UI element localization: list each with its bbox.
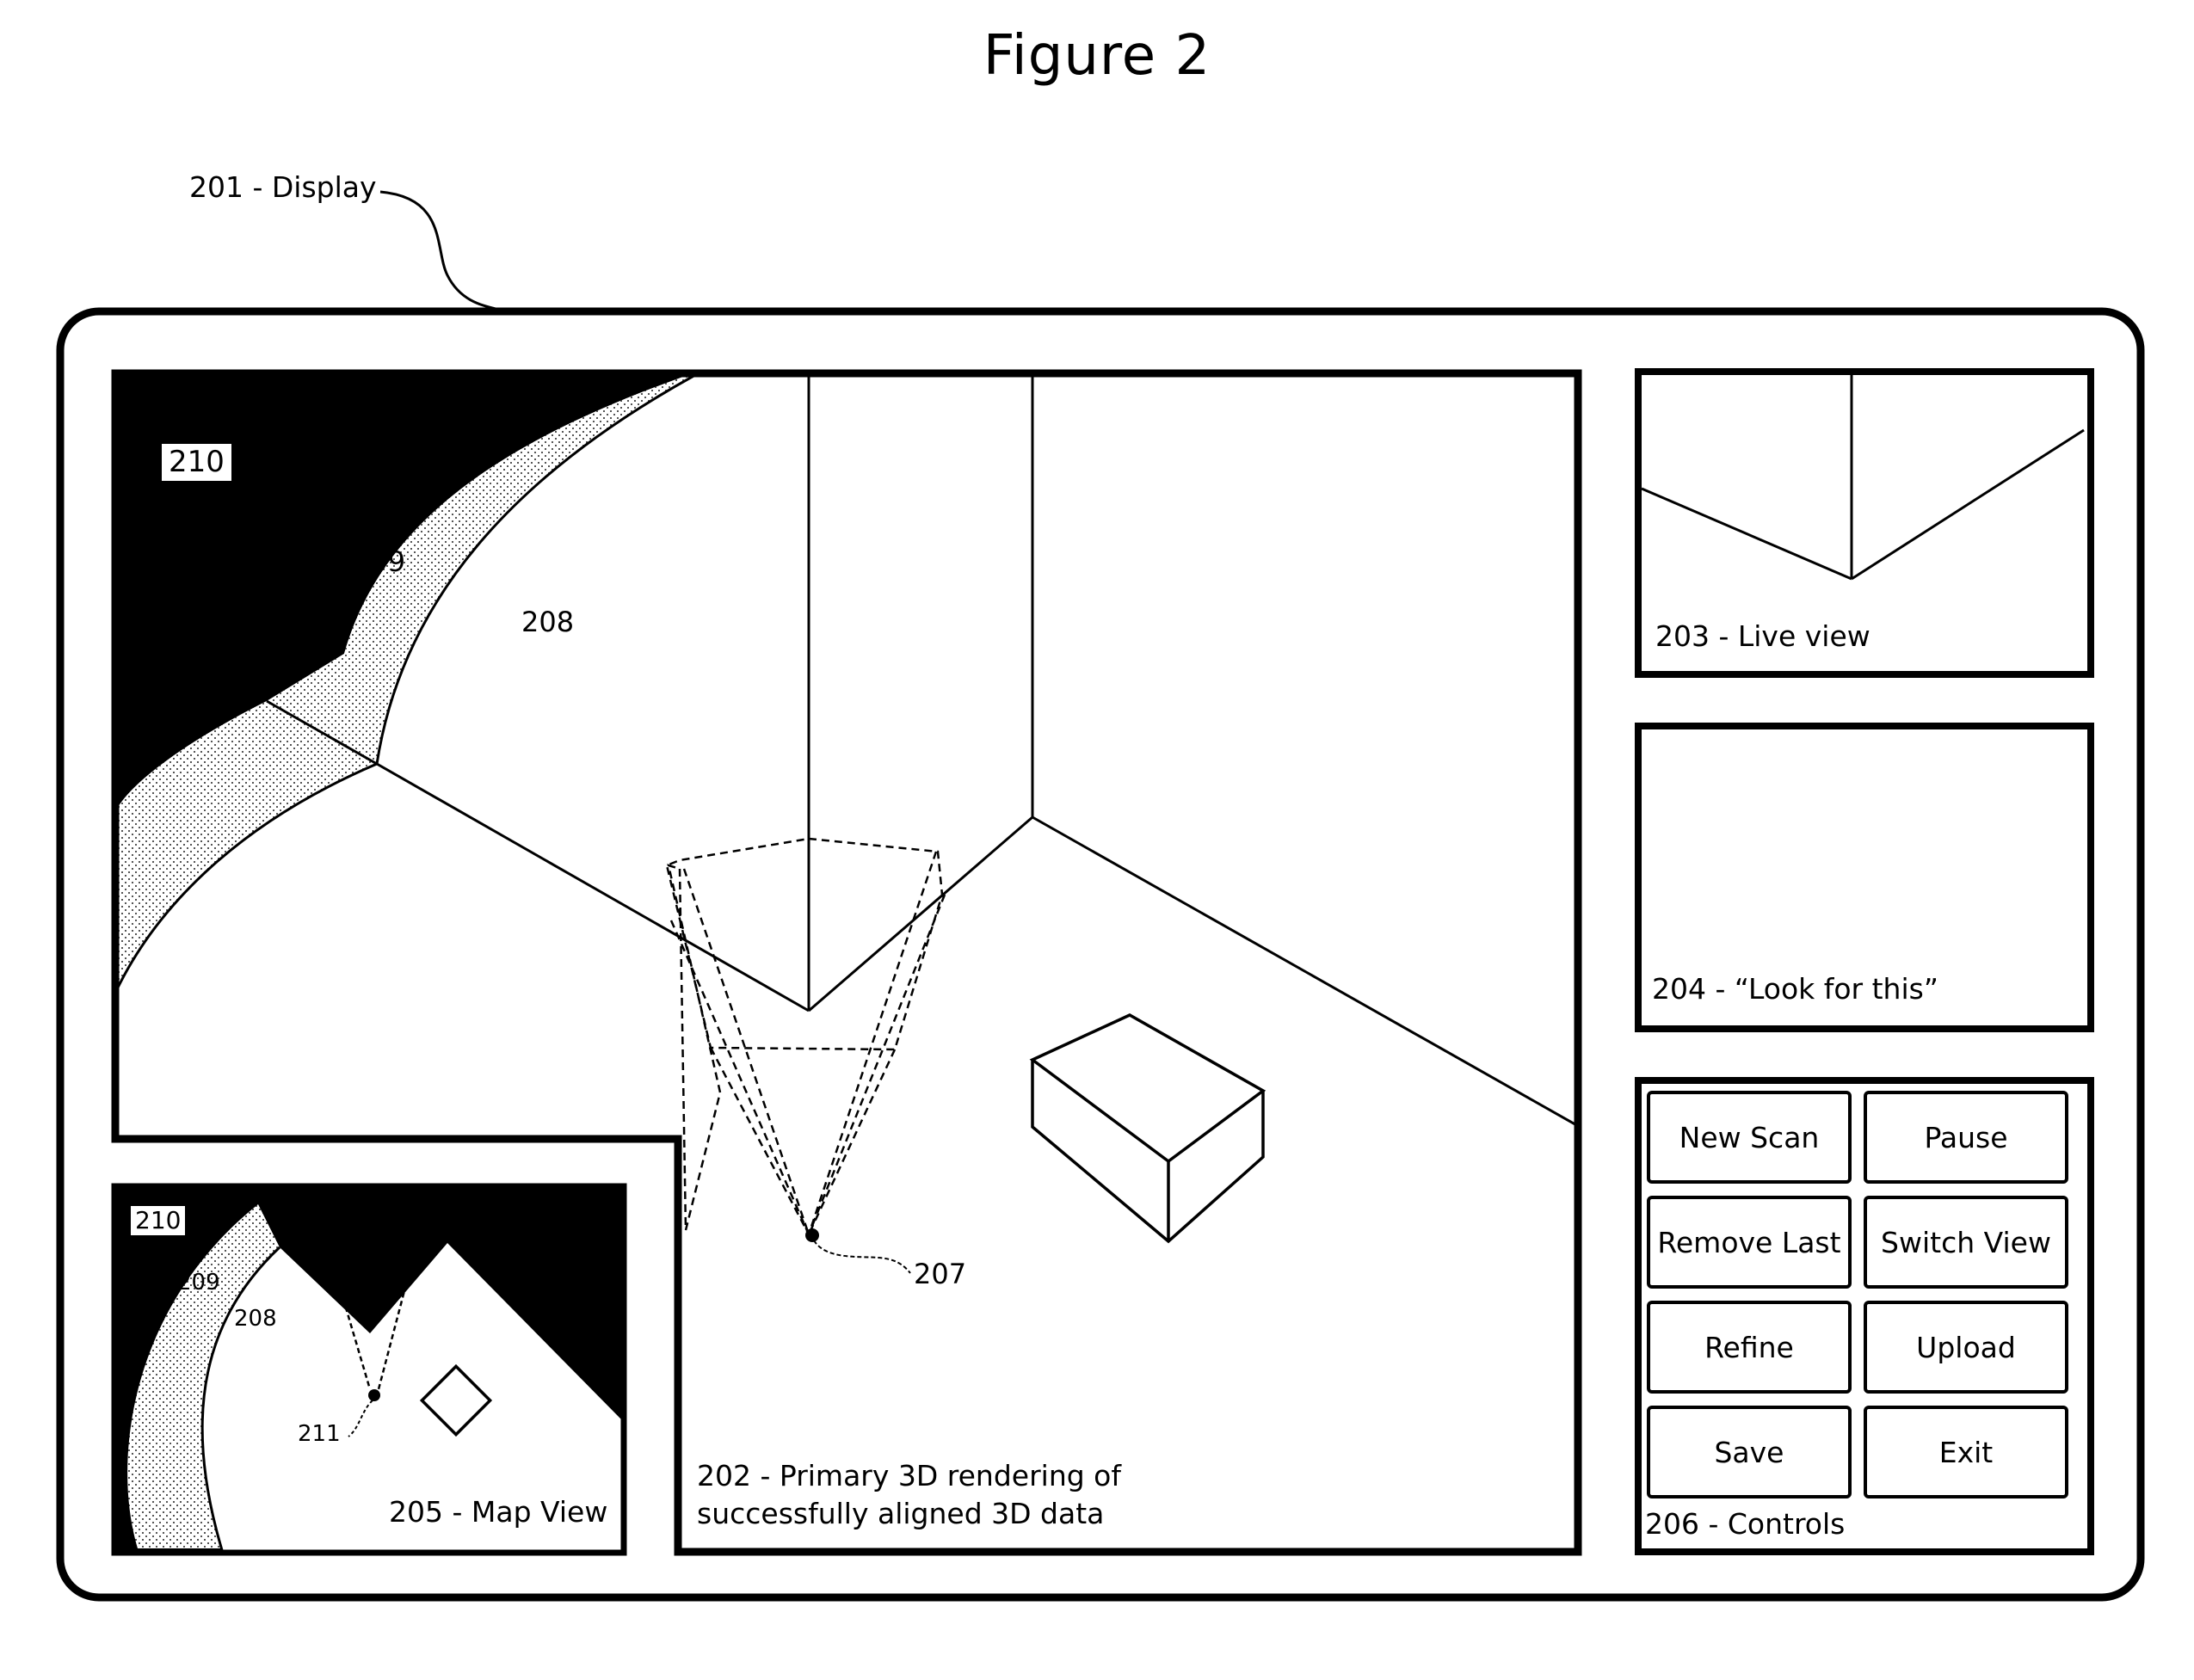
region-label-209: 209 <box>353 545 406 578</box>
look-for-this-caption: 204 - “Look for this” <box>1652 972 1938 1006</box>
refine-button[interactable]: Refine <box>1647 1301 1852 1394</box>
pause-button[interactable]: Pause <box>1864 1091 2068 1184</box>
camera-marker-label-207: 207 <box>914 1258 967 1290</box>
primary-view-caption-line2: successfully aligned 3D data <box>697 1497 1105 1530</box>
switch-view-button[interactable]: Switch View <box>1864 1196 2068 1289</box>
map-region-label-210: 210 <box>131 1206 186 1236</box>
remove-last-button[interactable]: Remove Last <box>1647 1196 1852 1289</box>
save-button[interactable]: Save <box>1647 1406 1852 1498</box>
region-label-208: 208 <box>521 606 575 638</box>
map-region-label-208: 208 <box>234 1306 277 1332</box>
camera-position-marker <box>805 1228 819 1242</box>
region-label-210: 210 <box>162 444 231 482</box>
exit-button[interactable]: Exit <box>1864 1406 2068 1498</box>
live-view <box>1642 375 2085 581</box>
map-camera-label-211: 211 <box>298 1421 341 1447</box>
map-camera-marker <box>368 1389 380 1401</box>
map-view-caption: 205 - Map View <box>389 1495 608 1529</box>
display-callout-leader <box>379 190 500 311</box>
live-view-caption: 203 - Live view <box>1655 619 1870 653</box>
map-region-label-209: 209 <box>177 1270 220 1295</box>
upload-button[interactable]: Upload <box>1864 1301 2068 1394</box>
controls-caption: 206 - Controls <box>1645 1507 1846 1541</box>
primary-view-caption-line1: 202 - Primary 3D rendering of <box>697 1459 1121 1492</box>
new-scan-button[interactable]: New Scan <box>1647 1091 1852 1184</box>
